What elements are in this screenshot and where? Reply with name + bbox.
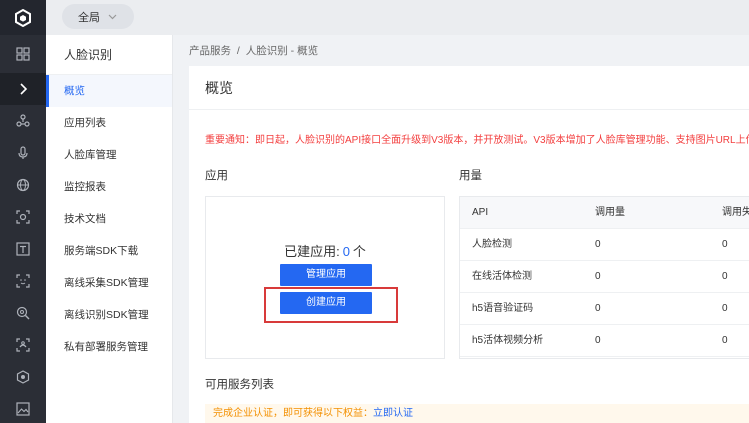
highlight-box: [264, 287, 398, 323]
usage-header-calls: 调用量: [595, 207, 625, 218]
certify-now-link[interactable]: 立即认证: [373, 408, 413, 419]
usage-call-count: 0: [595, 271, 601, 282]
page-title: 概览: [189, 66, 749, 110]
manage-app-button[interactable]: 管理应用: [280, 264, 372, 286]
rail-text[interactable]: [0, 233, 46, 265]
face-scan-icon: [16, 210, 30, 224]
usage-api-name: 在线活体检测: [472, 271, 532, 282]
logo[interactable]: [0, 0, 46, 35]
nav-item-offline-recognition-sdk[interactable]: 离线识别SDK管理: [46, 299, 172, 331]
table-row: h5语音验证码 0 0: [460, 293, 749, 325]
table-row: h5活体视频分析 0 0: [460, 325, 749, 357]
rail-face-search[interactable]: [0, 297, 46, 329]
app-summary-box: 已建应用: 0 个 管理应用 创建应用: [205, 196, 445, 359]
image-icon: [16, 402, 30, 416]
usage-fail-count: 0: [722, 239, 728, 250]
text-t-icon: [16, 242, 30, 256]
grid-icon: [16, 47, 30, 61]
chevron-down-icon: [108, 14, 117, 20]
cube-icon: [16, 370, 30, 384]
usage-table: API 调用量 调用失 人脸检测 0 0 在线活体检测 0 0 h5语音验证码 …: [459, 196, 749, 359]
breadcrumb-current: 人脸识别 - 概览: [245, 45, 319, 57]
breadcrumb-product-services[interactable]: 产品服务: [189, 45, 231, 57]
scope-selector[interactable]: 全局: [62, 4, 134, 29]
rail-globe[interactable]: [0, 169, 46, 201]
app-count-prefix: 已建应用:: [284, 244, 340, 259]
usage-api-name: h5语音验证码: [472, 303, 534, 314]
services-section-title: 可用服务列表: [205, 379, 274, 391]
rail-expand[interactable]: [0, 73, 46, 105]
usage-table-header: API 调用量 调用失: [460, 197, 749, 229]
chevron-right-icon: [20, 83, 28, 95]
app-count-suffix: 个: [352, 244, 366, 259]
nav-item-docs[interactable]: 技术文档: [46, 203, 172, 235]
face-frame-alt-icon: [16, 338, 30, 352]
globe-icon: [16, 178, 30, 192]
usage-call-count: 0: [595, 335, 601, 346]
table-row: 人脸检测 0 0: [460, 229, 749, 261]
microphone-icon: [18, 146, 28, 159]
nav-item-server-sdk[interactable]: 服务端SDK下载: [46, 235, 172, 267]
table-row: 在线活体检测 0 0: [460, 261, 749, 293]
overview-card: 概览 重要通知：即日起，人脸识别的API接口全面升级到V3版本，并开放测试。V3…: [189, 66, 749, 423]
app-count: 已建应用: 0 个: [206, 241, 444, 260]
usage-call-count: 0: [595, 303, 601, 314]
nav-item-private-deployment[interactable]: 私有部署服务管理: [46, 331, 172, 363]
rail-speech[interactable]: [0, 137, 46, 169]
usage-fail-count: 0: [722, 303, 728, 314]
rail-image[interactable]: [0, 393, 46, 423]
promo-text: 完成企业认证，即可获得以下权益：: [213, 408, 373, 419]
notice-banner: 重要通知：即日起，人脸识别的API接口全面升级到V3版本，并开放测试。V3版本增…: [205, 135, 749, 146]
nav-item-offline-capture-sdk[interactable]: 离线采集SDK管理: [46, 267, 172, 299]
rail-face-frame[interactable]: [0, 265, 46, 297]
rail-nodes[interactable]: [0, 105, 46, 137]
product-rail: [0, 35, 46, 423]
nav-item-monitoring[interactable]: 监控报表: [46, 171, 172, 203]
face-search-icon: [16, 306, 30, 320]
nav-item-app-list[interactable]: 应用列表: [46, 107, 172, 139]
nodes-icon: [16, 114, 30, 127]
usage-call-count: 0: [595, 239, 601, 250]
certification-banner: 完成企业认证，即可获得以下权益：立即认证: [205, 404, 749, 423]
nav-title: 人脸识别: [46, 35, 172, 75]
face-frame-icon: [16, 274, 30, 288]
usage-fail-count: 0: [722, 271, 728, 282]
rail-face-scan[interactable]: [0, 201, 46, 233]
usage-api-name: 人脸检测: [472, 239, 512, 250]
usage-api-name: h5活体视频分析: [472, 335, 544, 346]
nav-item-overview[interactable]: 概览: [46, 75, 172, 107]
usage-fail-count: 0: [722, 335, 728, 346]
usage-header-api: API: [472, 207, 489, 218]
usage-header-failures: 调用失: [722, 207, 749, 218]
scope-label: 全局: [78, 11, 100, 24]
rail-grid[interactable]: [0, 38, 46, 70]
nav-item-face-library[interactable]: 人脸库管理: [46, 139, 172, 171]
app-count-value: 0: [342, 244, 350, 259]
breadcrumb: 产品服务 / 人脸识别 - 概览: [189, 43, 318, 58]
cube-logo-icon: [15, 8, 31, 27]
breadcrumb-separator: /: [236, 45, 240, 57]
rail-face-frame-alt[interactable]: [0, 329, 46, 361]
top-bar: 全局: [0, 0, 749, 35]
secondary-nav: 人脸识别 概览 应用列表 人脸库管理 监控报表 技术文档 服务端SDK下载 离线…: [46, 35, 173, 423]
app-section-title: 应用: [205, 170, 228, 182]
usage-section-title: 用量: [459, 170, 482, 182]
rail-cube[interactable]: [0, 361, 46, 393]
